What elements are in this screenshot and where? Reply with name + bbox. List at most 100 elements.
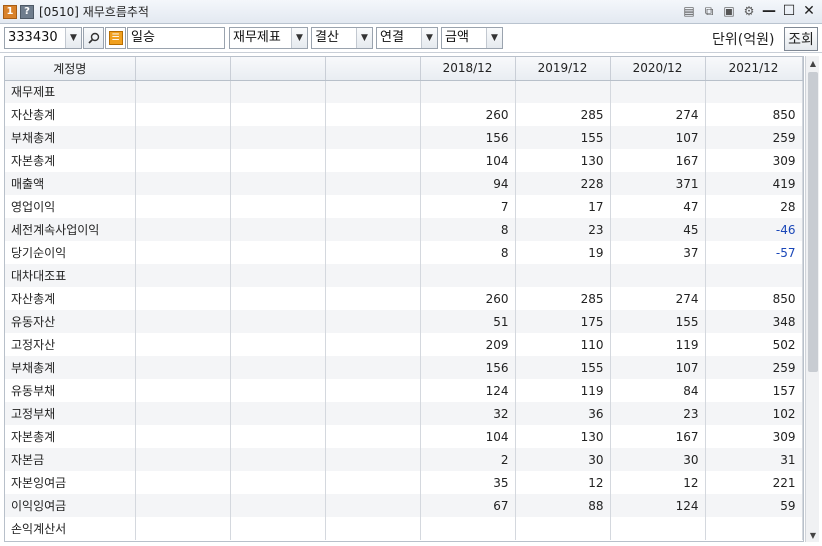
close-icon[interactable]: ✕ xyxy=(800,2,818,20)
empty-cell xyxy=(230,356,326,379)
statement-select[interactable]: 재무제표 ▼ xyxy=(229,27,308,49)
account-name-cell: 손익계산서 xyxy=(5,517,136,540)
consolidation-select[interactable]: 연결 ▼ xyxy=(376,27,438,49)
query-button[interactable]: 조회 xyxy=(784,27,818,51)
chevron-down-icon[interactable]: ▼ xyxy=(356,28,372,48)
empty-cell xyxy=(325,448,421,471)
scroll-thumb[interactable] xyxy=(808,72,818,372)
chevron-down-icon[interactable]: ▼ xyxy=(421,28,437,48)
table-row[interactable]: 부채총계 156 155 107 259 xyxy=(5,356,803,379)
scroll-up-icon[interactable]: ▲ xyxy=(806,56,820,70)
empty-cell xyxy=(135,379,231,402)
maximize-icon[interactable]: ☐ xyxy=(780,2,798,20)
empty-cell xyxy=(135,195,231,218)
value-cell: 167 xyxy=(610,149,706,172)
column-header[interactable] xyxy=(325,57,421,81)
company-list-button[interactable]: ☰ xyxy=(105,27,126,49)
table-row[interactable]: 자산총계 260 285 274 850 xyxy=(5,103,803,126)
value-cell: 8 xyxy=(420,218,516,241)
settings-gear-icon[interactable]: ⚙ xyxy=(740,2,758,20)
column-header[interactable]: 2018/12 xyxy=(420,57,516,81)
column-header[interactable]: 2020/12 xyxy=(610,57,706,81)
table-row[interactable]: 자본금 2 30 30 31 xyxy=(5,448,803,471)
value-cell: 119 xyxy=(610,333,706,356)
empty-cell xyxy=(325,103,421,126)
empty-cell xyxy=(230,172,326,195)
value-cell xyxy=(515,80,611,103)
screen-number-badge[interactable]: 1 xyxy=(3,4,17,19)
empty-cell xyxy=(230,402,326,425)
value-type-select[interactable]: 금액 ▼ xyxy=(441,27,503,49)
camera-icon[interactable]: ▣ xyxy=(720,2,738,20)
search-icon[interactable] xyxy=(83,27,104,49)
chevron-down-icon[interactable]: ▼ xyxy=(65,28,81,48)
table-row[interactable]: 고정자산 209 110 119 502 xyxy=(5,333,803,356)
column-header[interactable]: 2021/12 xyxy=(705,57,803,81)
table-row[interactable]: 고정부채 32 36 23 102 xyxy=(5,402,803,425)
company-name-field[interactable]: 일승 xyxy=(127,27,225,49)
value-cell: -46 xyxy=(705,218,803,241)
table-row[interactable]: 자본잉여금 35 12 12 221 xyxy=(5,471,803,494)
copy-icon[interactable]: ⧉ xyxy=(700,2,718,20)
chevron-down-icon[interactable]: ▼ xyxy=(486,28,502,48)
consolidation-value: 연결 xyxy=(380,30,404,45)
value-cell: 850 xyxy=(705,287,803,310)
empty-cell xyxy=(135,264,231,287)
column-header-account[interactable]: 계정명 xyxy=(5,57,136,81)
empty-cell xyxy=(135,310,231,333)
empty-cell xyxy=(135,172,231,195)
help-icon[interactable]: ? xyxy=(20,4,34,19)
scroll-down-icon[interactable]: ▼ xyxy=(806,528,820,542)
value-cell: 107 xyxy=(610,356,706,379)
empty-cell xyxy=(325,517,421,540)
account-name-cell: 유동부채 xyxy=(5,379,136,402)
empty-cell xyxy=(230,494,326,517)
value-cell: 419 xyxy=(705,172,803,195)
column-header[interactable] xyxy=(230,57,326,81)
table-row[interactable]: 자본총계 104 130 167 309 xyxy=(5,425,803,448)
empty-cell xyxy=(325,310,421,333)
value-cell xyxy=(610,264,706,287)
window-title: [0510] 재무흐름추적 xyxy=(39,5,149,19)
table-row[interactable]: 유동자산 51 175 155 348 xyxy=(5,310,803,333)
table-row[interactable]: 자산총계 260 285 274 850 xyxy=(5,287,803,310)
table-row[interactable]: 이익잉여금 67 88 124 59 xyxy=(5,494,803,517)
table-row[interactable]: 재무제표 xyxy=(5,80,803,103)
value-cell: 47 xyxy=(610,195,706,218)
chevron-down-icon[interactable]: ▼ xyxy=(291,28,307,48)
value-cell: 502 xyxy=(705,333,803,356)
table-row[interactable]: 대차대조표 xyxy=(5,264,803,287)
table-row[interactable]: 당기순이익 8 19 37 -57 xyxy=(5,241,803,264)
column-header[interactable]: 2019/12 xyxy=(515,57,611,81)
stock-code-input[interactable]: 333430 ▼ xyxy=(4,27,82,49)
table-row[interactable]: 유동부채 124 119 84 157 xyxy=(5,379,803,402)
value-cell: 23 xyxy=(610,402,706,425)
empty-cell xyxy=(135,126,231,149)
empty-cell xyxy=(230,379,326,402)
empty-cell xyxy=(230,126,326,149)
table-row[interactable]: 손익계산서 xyxy=(5,517,803,540)
empty-cell xyxy=(325,287,421,310)
value-type-value: 금액 xyxy=(445,30,469,45)
memo-icon[interactable]: ▤ xyxy=(680,2,698,20)
value-cell: 94 xyxy=(420,172,516,195)
account-name-cell: 이익잉여금 xyxy=(5,494,136,517)
empty-cell xyxy=(135,333,231,356)
minimize-icon[interactable]: — xyxy=(760,2,778,20)
value-cell: 228 xyxy=(515,172,611,195)
value-cell: 285 xyxy=(515,103,611,126)
table-row[interactable]: 자본총계 104 130 167 309 xyxy=(5,149,803,172)
empty-cell xyxy=(230,310,326,333)
table-row[interactable]: 영업이익 7 17 47 28 xyxy=(5,195,803,218)
column-header[interactable] xyxy=(135,57,231,81)
value-cell xyxy=(515,264,611,287)
table-row[interactable]: 세전계속사업이익 8 23 45 -46 xyxy=(5,218,803,241)
empty-cell xyxy=(230,80,326,103)
table-row[interactable]: 매출액 94 228 371 419 xyxy=(5,172,803,195)
table-row[interactable]: 부채총계 156 155 107 259 xyxy=(5,126,803,149)
value-cell: 35 xyxy=(420,471,516,494)
empty-cell xyxy=(135,80,231,103)
unit-label: 단위(억원) xyxy=(712,32,775,48)
period-select[interactable]: 결산 ▼ xyxy=(311,27,373,49)
vertical-scrollbar[interactable]: ▲ ▼ xyxy=(805,56,819,542)
